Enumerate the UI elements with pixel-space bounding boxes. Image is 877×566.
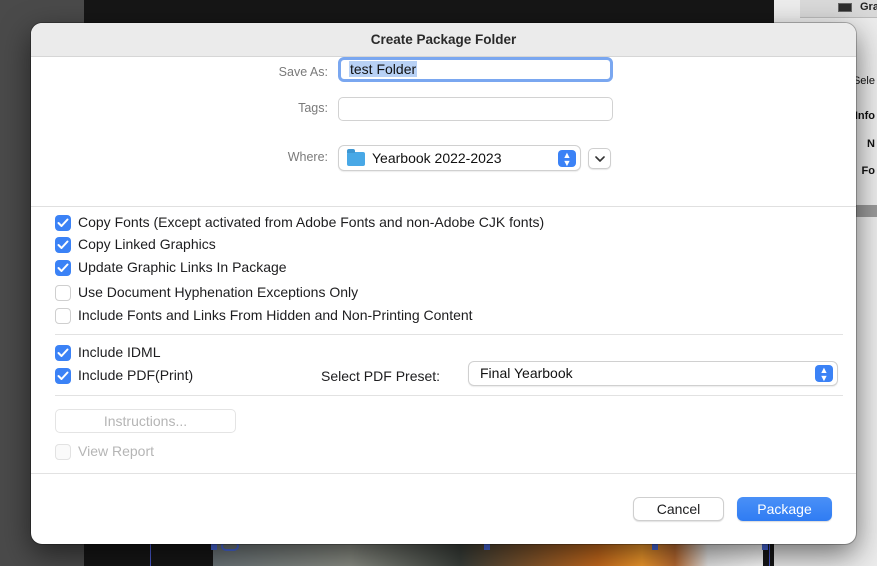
panel-tab-bar: Gradi — [800, 0, 877, 18]
where-label: Where: — [287, 150, 328, 164]
tags-input[interactable] — [338, 97, 613, 121]
panel-label: Fo — [861, 165, 875, 177]
up-down-chevron-icon: ▲ ▼ — [815, 365, 833, 383]
tags-label: Tags: — [298, 101, 328, 115]
checkbox-checked-icon — [55, 345, 71, 361]
package-button[interactable]: Package — [737, 497, 832, 521]
save-as-input[interactable]: test Folder — [338, 57, 613, 82]
checkbox-checked-icon — [55, 368, 71, 384]
footer-divider — [31, 473, 856, 474]
section-divider — [55, 334, 843, 335]
frame-handle — [762, 544, 768, 550]
include-hidden-content-label: Include Fonts and Links From Hidden and … — [78, 307, 473, 323]
gradient-swatch-icon — [838, 3, 852, 12]
panel-label: N — [867, 138, 875, 150]
pdf-preset-label: Select PDF Preset: — [321, 368, 441, 384]
section-divider — [55, 395, 843, 396]
copy-fonts-label: Copy Fonts (Except activated from Adobe … — [78, 214, 545, 230]
panel-divider — [854, 205, 877, 217]
update-graphic-links-label: Update Graphic Links In Package — [78, 259, 287, 275]
pdf-preset-value: Final Yearbook — [480, 365, 573, 381]
where-value: Yearbook 2022-2023 — [372, 150, 502, 166]
frame-handle — [652, 544, 658, 550]
checkbox-unchecked-icon — [55, 285, 71, 301]
save-as-value: test Folder — [349, 61, 418, 77]
expand-dialog-button[interactable] — [588, 148, 611, 169]
checkbox-disabled-icon — [55, 444, 71, 460]
hyphenation-exceptions-label: Use Document Hyphenation Exceptions Only — [78, 284, 359, 300]
panel-tab-title: Gradi — [860, 1, 877, 13]
cancel-button[interactable]: Cancel — [633, 497, 724, 521]
pdf-preset-popup[interactable]: Final Yearbook ▲ ▼ — [468, 361, 838, 386]
checkbox-checked-icon — [55, 260, 71, 276]
checkbox-unchecked-icon — [55, 308, 71, 324]
frame-handle — [211, 544, 217, 550]
create-package-folder-dialog: Create Package Folder Save As: test Fold… — [31, 23, 856, 544]
view-report-label: View Report — [78, 443, 155, 459]
chevron-down-icon — [595, 156, 605, 162]
save-as-label: Save As: — [278, 65, 328, 79]
frame-handle — [484, 544, 490, 550]
where-location-popup[interactable]: Yearbook 2022-2023 ▲ ▼ — [338, 145, 581, 171]
panel-label: Info — [854, 110, 875, 122]
up-down-chevron-icon: ▲ ▼ — [558, 150, 576, 168]
checkbox-checked-icon — [55, 215, 71, 231]
include-idml-label: Include IDML — [78, 344, 161, 360]
folder-icon — [347, 149, 365, 166]
include-pdf-label: Include PDF(Print) — [78, 367, 194, 383]
copy-linked-graphics-label: Copy Linked Graphics — [78, 236, 216, 252]
panel-label: Sele — [852, 75, 875, 87]
instructions-button[interactable]: Instructions... — [55, 409, 236, 433]
checkbox-checked-icon — [55, 237, 71, 253]
dialog-title: Create Package Folder — [31, 23, 856, 57]
